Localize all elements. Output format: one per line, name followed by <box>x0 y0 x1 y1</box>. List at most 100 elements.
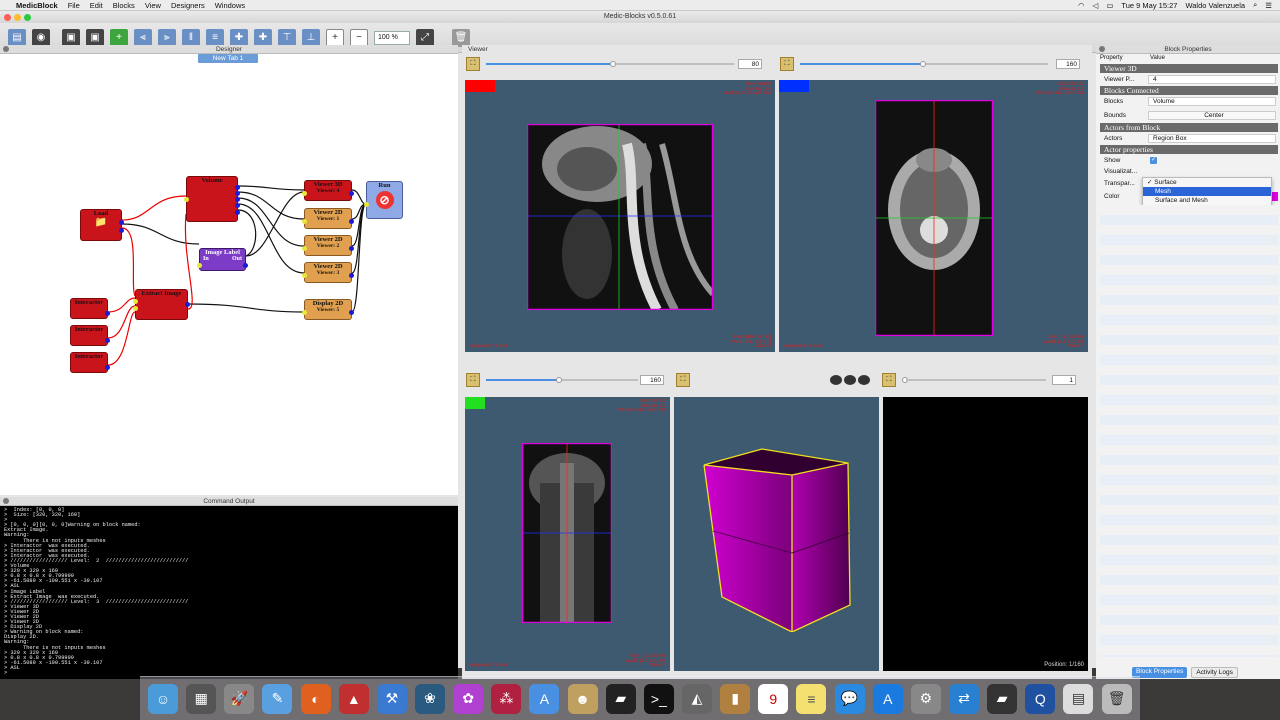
menu-file[interactable]: File <box>68 1 80 10</box>
calendar-icon[interactable]: 9 <box>758 683 789 714</box>
port-display2d-in[interactable] <box>302 310 307 315</box>
trash-icon[interactable]: 🗑 <box>452 28 470 47</box>
fit-view-icon[interactable]: ⤢ <box>416 28 434 47</box>
slice-icon-5[interactable]: ⛶ <box>882 373 896 387</box>
port-viewer2d-1-in[interactable] <box>302 219 307 224</box>
visualization-dropdown[interactable]: ✓ Surface Mesh Surface and Mesh <box>1142 177 1272 206</box>
menu-windows[interactable]: Windows <box>215 1 245 10</box>
port-interactor-2[interactable] <box>105 338 110 343</box>
teamviewer-icon[interactable]: ⇄ <box>949 683 980 714</box>
port-display2d-out[interactable] <box>349 310 354 315</box>
show-checkbox[interactable]: ✓ <box>1150 157 1157 164</box>
port-volume-in[interactable] <box>184 197 189 202</box>
menu-view[interactable]: View <box>145 1 161 10</box>
slider-1-value[interactable]: 80 <box>738 59 762 69</box>
slice-icon-3[interactable]: ⛶ <box>466 373 480 387</box>
align-bottom-icon[interactable]: ⊥ <box>302 28 320 47</box>
port-volume-4[interactable] <box>235 203 240 208</box>
zoom-out-icon[interactable]: − <box>350 28 368 47</box>
viewport-sagittal[interactable]: Slice: 80/160 Intensity: 0.0 Window: 512… <box>465 80 775 352</box>
port-load-path[interactable] <box>119 228 124 233</box>
documents-stack-icon[interactable]: ▤ <box>1063 683 1094 714</box>
add-block-icon[interactable]: + <box>110 28 128 47</box>
prop-actors-select[interactable]: Region Box <box>1148 134 1276 143</box>
launchpad-icon[interactable]: 🚀 <box>224 683 255 714</box>
battery-icon[interactable]: ▭ <box>1106 1 1113 10</box>
slider-4-value[interactable]: 1 <box>1052 375 1076 385</box>
block-run[interactable]: Run ⊘ <box>364 181 403 219</box>
slider-2-handle[interactable] <box>920 61 926 67</box>
port-viewer3d-in[interactable] <box>302 191 307 196</box>
block-viewer-2d-3[interactable]: Viewer 2D Viewer: 3 <box>302 262 354 283</box>
distribute-h-icon[interactable]: ≡ <box>206 28 224 47</box>
prop-viewer-p-input[interactable]: 4 <box>1148 75 1276 84</box>
viewport-coronal[interactable]: Slice: 80/160 Intensity: 0.0 Window: 512… <box>465 397 670 671</box>
folder-app-icon[interactable]: ▰ <box>605 683 636 714</box>
center-v-icon[interactable]: ✚ <box>254 28 272 47</box>
port-load-out[interactable] <box>119 220 124 225</box>
search-icon[interactable]: ⌕ <box>1253 0 1257 10</box>
block-image-label[interactable]: Image Label In Out <box>197 248 248 271</box>
instruments-icon[interactable]: A <box>529 683 560 714</box>
toolbox-icon[interactable]: ▰ <box>987 683 1018 714</box>
prop-blocks-select[interactable]: Volume <box>1148 97 1276 106</box>
system-preferences-icon[interactable]: ⚙ <box>910 683 941 714</box>
prop-bounds-center-button[interactable]: Center <box>1148 111 1276 120</box>
port-image-label-in[interactable] <box>197 263 202 268</box>
dropdown-option-surface[interactable]: ✓ Surface <box>1143 178 1271 187</box>
skull-app-icon[interactable]: ☻ <box>567 683 598 714</box>
terminal-icon[interactable]: >_ <box>643 683 674 714</box>
block-display-2d[interactable]: Display 2D Viewer: 5 <box>302 299 354 320</box>
dropdown-option-mesh[interactable]: Mesh <box>1143 187 1271 196</box>
block-viewer-2d-2[interactable]: Viewer 2D Viewer: 2 <box>302 235 354 256</box>
camera-icon[interactable]: ◉ <box>32 28 50 47</box>
medicblocks-icon[interactable]: ▲ <box>338 683 369 714</box>
port-extract-in1[interactable] <box>133 299 138 304</box>
flower-app-icon[interactable]: ✿ <box>453 683 484 714</box>
block-load[interactable]: Load 📁 <box>80 209 124 241</box>
command-output-text[interactable]: > Index: [0, 0, 0] > Size: [320, 320, 160… <box>0 506 458 679</box>
port-viewer3d-out[interactable] <box>349 191 354 196</box>
close-panel-icon[interactable] <box>3 46 9 52</box>
viewport-display-2d[interactable]: Position: 1/160 <box>883 397 1088 671</box>
minimize-window-button[interactable] <box>14 14 21 21</box>
trash-bin-icon[interactable]: 🗑 <box>1101 683 1132 714</box>
save-icon[interactable]: ▣ <box>62 28 80 47</box>
port-interactor-1[interactable] <box>105 311 110 316</box>
block-viewer-3d[interactable]: Viewer 3D Viewer: 4 <box>302 180 354 201</box>
viewport-3d[interactable] <box>674 397 879 671</box>
mendeley-icon[interactable]: ⁂ <box>491 683 522 714</box>
preview-icon[interactable]: ✎ <box>262 683 293 714</box>
zoom-window-button[interactable] <box>24 14 31 21</box>
slider-2-value[interactable]: 160 <box>1056 59 1080 69</box>
close-panel-icon[interactable] <box>1099 46 1105 52</box>
tab-block-properties[interactable]: Block Properties <box>1132 667 1188 678</box>
port-extract-in2[interactable] <box>133 306 138 311</box>
dropdown-option-surface-and-mesh[interactable]: Surface and Mesh <box>1143 196 1271 205</box>
menu-designers[interactable]: Designers <box>171 1 205 10</box>
align-top-icon[interactable]: ⊤ <box>278 28 296 47</box>
block-viewer-2d-1[interactable]: Viewer 2D Viewer: 1 <box>302 208 354 229</box>
brain-view-icon-2[interactable] <box>844 375 856 385</box>
port-interactor-3[interactable] <box>105 365 110 370</box>
archive-icon[interactable]: ▮ <box>720 683 751 714</box>
port-volume-1[interactable] <box>235 185 240 190</box>
zoom-in-icon[interactable]: + <box>326 28 344 47</box>
slice-icon-1[interactable]: ⛶ <box>466 57 480 71</box>
close-window-button[interactable] <box>4 14 11 21</box>
menu-app-name[interactable]: MedicBlock <box>16 1 58 10</box>
slice-icon-4[interactable]: ⛶ <box>676 373 690 387</box>
port-run-in[interactable] <box>364 202 369 207</box>
viewport-axial[interactable]: Slice: 80/160 Intensity: 0.0 Window: 512… <box>779 80 1088 352</box>
gimp-icon[interactable]: ◭ <box>682 683 713 714</box>
stop-icon[interactable]: ⊘ <box>375 191 394 209</box>
menu-list-icon[interactable]: ☰ <box>1265 1 1272 10</box>
volume-icon[interactable]: ◁ <box>1093 1 1099 10</box>
block-volume[interactable]: Volume <box>184 176 240 222</box>
port-volume-3[interactable] <box>235 197 240 202</box>
finder-icon[interactable]: ☺ <box>148 683 179 714</box>
sourcetree-icon[interactable]: ❀ <box>415 683 446 714</box>
block-interactor-2[interactable]: Interactor <box>70 325 110 346</box>
port-viewer2d-2-in[interactable] <box>302 246 307 251</box>
close-panel-icon[interactable] <box>3 498 9 504</box>
